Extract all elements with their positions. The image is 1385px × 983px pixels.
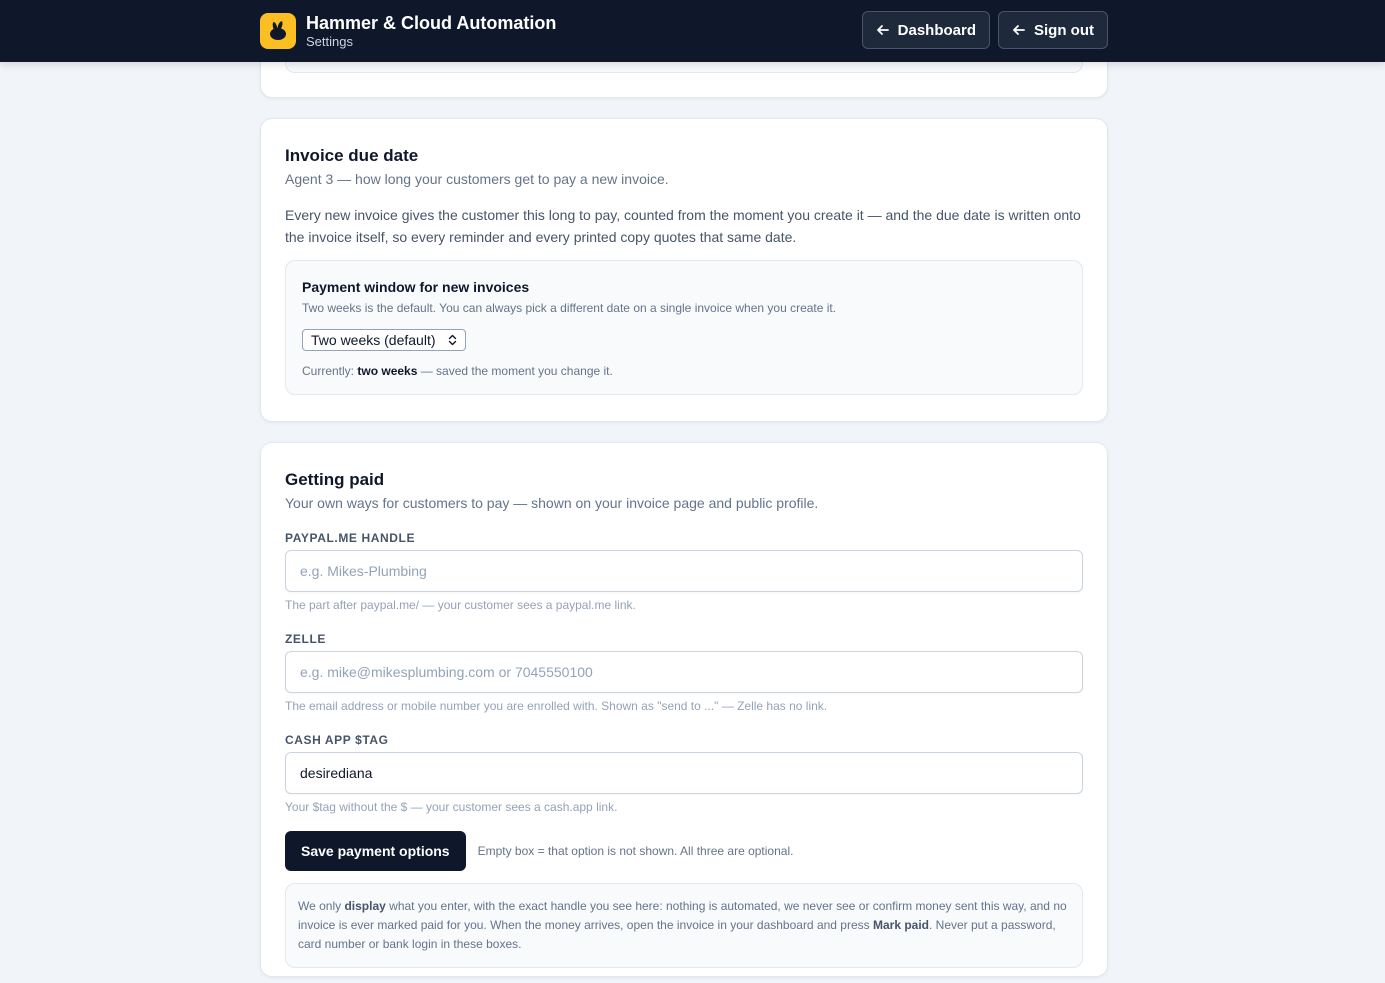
paypal-handle-input[interactable] [285, 550, 1083, 592]
notice-text: We only [298, 899, 345, 913]
app-subtitle: Settings [306, 34, 353, 49]
arrow-left-icon [1013, 25, 1025, 35]
status-value: two weeks [357, 364, 418, 378]
status-suffix: — saved the moment you change it. [417, 364, 613, 378]
notice-emphasis: Mark paid [872, 918, 929, 932]
dashboard-button[interactable]: Dashboard [861, 11, 990, 49]
payment-window-panel: Payment window for new invoices Two week… [285, 260, 1083, 395]
zelle-input[interactable] [285, 651, 1083, 693]
brand[interactable]: Hammer & Cloud Automation Settings [260, 12, 556, 50]
save-payment-options-button[interactable]: Save payment options [285, 831, 466, 871]
app-title: Hammer & Cloud Automation [306, 13, 557, 33]
payment-window-status: Currently: two weeks — saved the moment … [302, 363, 1066, 379]
rabbit-logo-icon [260, 13, 296, 49]
card-title: Getting paid [285, 470, 385, 489]
cashapp-label: CASH APP $TAG [285, 733, 389, 747]
payment-notice: We only display what you enter, with the… [285, 883, 1083, 968]
payment-window-selected-value: Two weeks (default) [311, 332, 436, 348]
payment-window-select[interactable]: Two weeks (default) [302, 329, 466, 351]
arrow-left-icon [876, 25, 889, 35]
cashapp-tag-input[interactable] [285, 752, 1083, 794]
invoice-due-date-card: Invoice due date Agent 3 — how long your… [260, 118, 1108, 422]
sign-out-button[interactable]: Sign out [998, 11, 1108, 49]
paypal-label: PAYPAL.ME HANDLE [285, 531, 416, 545]
save-note: Empty box = that option is not shown. Al… [477, 844, 794, 858]
top-bar: Hammer & Cloud Automation Settings Dashb… [0, 0, 1385, 62]
zelle-help: The email address or mobile number you a… [285, 699, 828, 713]
status-prefix: Currently: [302, 364, 358, 378]
chevron-up-down-icon [448, 334, 456, 346]
notice-emphasis: display [344, 899, 386, 913]
dashboard-label: Dashboard [897, 21, 976, 39]
card-title: Invoice due date [285, 146, 419, 165]
sign-out-label: Sign out [1034, 21, 1094, 39]
getting-paid-card: Getting paid Your own ways for customers… [260, 442, 1108, 977]
payment-window-title: Payment window for new invoices [302, 279, 530, 295]
card-subtitle: Agent 3 — how long your customers get to… [285, 171, 669, 187]
cashapp-help: Your $tag without the $ — your customer … [285, 800, 618, 814]
payment-window-help: Two weeks is the default. You can always… [302, 301, 837, 315]
zelle-label: ZELLE [285, 632, 326, 646]
card-subtitle: Your own ways for customers to pay — sho… [285, 495, 819, 511]
paypal-help: The part after paypal.me/ — your custome… [285, 598, 636, 612]
card-description: Every new invoice gives the customer thi… [285, 207, 1081, 245]
